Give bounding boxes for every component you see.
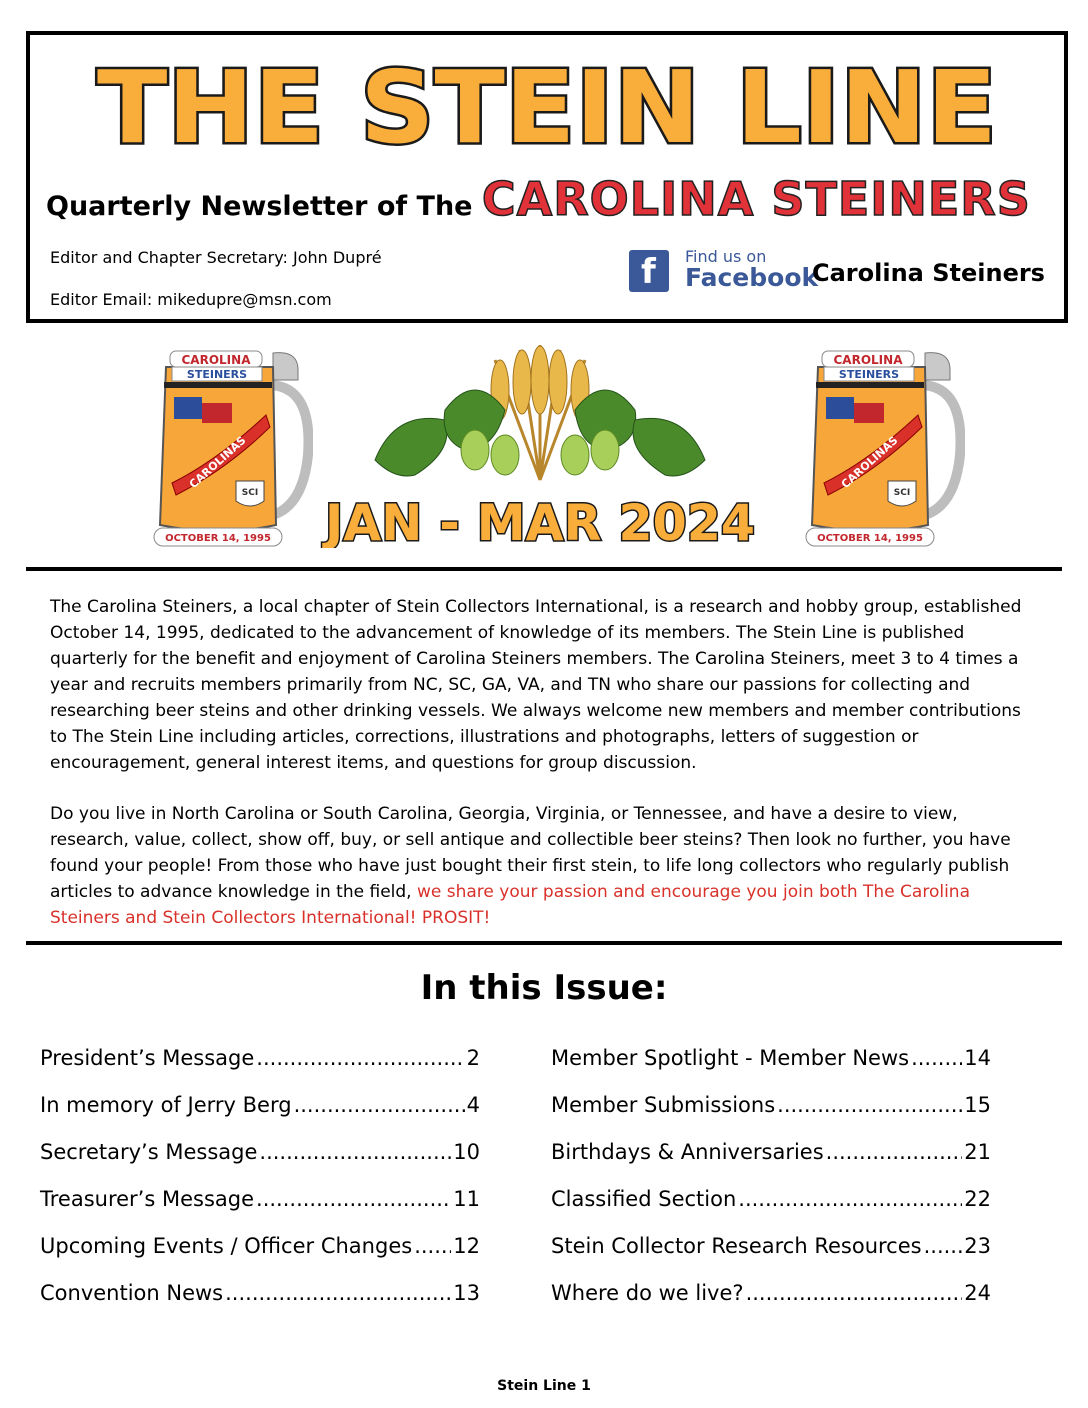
toc-leader-dots	[256, 1187, 451, 1211]
toc-leader-dots	[777, 1093, 962, 1117]
toc-entry-label: Member Submissions	[551, 1093, 776, 1117]
subtitle: Quarterly Newsletter of The CAROLINA STE…	[46, 171, 1031, 227]
chapter-logo-right: CAROLINA STEINERS CAROLINAS SCI OCTOBER …	[805, 350, 965, 547]
subtitle-brand: CAROLINA STEINERS	[481, 171, 1031, 227]
toc-entry-label: In memory of Jerry Berg	[40, 1093, 292, 1117]
toc-entry-label: Stein Collector Research Resources	[551, 1234, 922, 1258]
toc-entry-label: Birthdays & Anniversaries	[551, 1140, 824, 1164]
chapter-logo-left: CAROLINA STEINERS CAROLINAS SCI OCTOBER …	[153, 350, 313, 547]
toc-leader-dots	[225, 1281, 451, 1305]
intro-paragraph-1: The Carolina Steiners, a local chapter o…	[50, 597, 1022, 773]
toc-entry[interactable]: Upcoming Events / Officer Changes 12	[40, 1234, 480, 1258]
toc-entry[interactable]: Classified Section 22	[551, 1187, 991, 1211]
toc-leader-dots	[826, 1140, 963, 1164]
facebook-icon[interactable]: f	[629, 250, 669, 292]
editor-email[interactable]: Editor Email: mikedupre@msn.com	[50, 290, 332, 309]
toc-entry-label: President’s Message	[40, 1046, 255, 1070]
wheat-hops-illustration	[374, 345, 706, 481]
toc-entry[interactable]: Member Spotlight - Member News 14	[551, 1046, 991, 1070]
facebook-wordmark[interactable]: Facebook	[685, 263, 818, 292]
svg-text:JAN - MAR 2024: JAN - MAR 2024	[322, 494, 755, 548]
toc-entry[interactable]: Birthdays & Anniversaries 21	[551, 1140, 991, 1164]
svg-text:STEINERS: STEINERS	[839, 368, 899, 381]
toc-entry-label: Upcoming Events / Officer Changes	[40, 1234, 413, 1258]
toc-entry-page: 14	[964, 1046, 991, 1070]
issue-date-banner: JAN - MAR 2024	[321, 493, 757, 549]
svg-text:SCI: SCI	[242, 488, 258, 498]
divider-bottom	[26, 941, 1062, 945]
toc-entry[interactable]: Stein Collector Research Resources 23	[551, 1234, 991, 1258]
svg-text:SCI: SCI	[894, 488, 910, 498]
svg-text:THE STEIN LINE: THE STEIN LINE	[97, 50, 997, 160]
toc-entry-page: 2	[466, 1046, 480, 1070]
toc-entry-page: 15	[964, 1093, 991, 1117]
toc-leader-dots	[294, 1093, 465, 1117]
toc-leader-dots	[746, 1281, 963, 1305]
toc-entry-page: 13	[453, 1281, 480, 1305]
toc-entry-label: Convention News	[40, 1281, 224, 1305]
editor-line: Editor and Chapter Secretary: John Dupré	[50, 248, 382, 267]
toc-entry[interactable]: President’s Message 2	[40, 1046, 480, 1070]
toc-entry-page: 10	[453, 1140, 480, 1164]
svg-text:OCTOBER 14, 1995: OCTOBER 14, 1995	[817, 533, 923, 544]
toc-entry[interactable]: Convention News 13	[40, 1281, 480, 1305]
svg-text:CAROLINA: CAROLINA	[182, 353, 252, 367]
toc-leader-dots	[259, 1140, 451, 1164]
svg-text:STEINERS: STEINERS	[187, 368, 247, 381]
toc-entry-page: 21	[964, 1140, 991, 1164]
subtitle-lead: Quarterly Newsletter of The	[46, 191, 473, 222]
toc-heading: In this Issue:	[420, 968, 668, 1008]
toc-entry-page: 23	[964, 1234, 991, 1258]
toc-entry[interactable]: Member Submissions 15	[551, 1093, 991, 1117]
toc-leader-dots	[738, 1187, 962, 1211]
toc-leader-dots	[924, 1234, 963, 1258]
toc-entry[interactable]: In memory of Jerry Berg 4	[40, 1093, 480, 1117]
toc-entry[interactable]: Secretary’s Message 10	[40, 1140, 480, 1164]
toc-entry-page: 24	[964, 1281, 991, 1305]
toc-leader-dots	[256, 1046, 464, 1070]
newsletter-title: THE STEIN LINE	[95, 50, 1000, 160]
toc-entry-label: Secretary’s Message	[40, 1140, 258, 1164]
divider-top	[26, 567, 1062, 571]
svg-text:OCTOBER 14, 1995: OCTOBER 14, 1995	[165, 533, 271, 544]
svg-text:CAROLINA: CAROLINA	[834, 353, 904, 367]
toc-entry-page: 22	[964, 1187, 991, 1211]
toc-entry[interactable]: Treasurer’s Message 11	[40, 1187, 480, 1211]
toc-leader-dots	[911, 1046, 962, 1070]
toc-entry-label: Treasurer’s Message	[40, 1187, 255, 1211]
toc-entry-label: Member Spotlight - Member News	[551, 1046, 910, 1070]
toc-entry-label: Classified Section	[551, 1187, 737, 1211]
toc-entry-page: 11	[453, 1187, 480, 1211]
toc-leader-dots	[414, 1234, 451, 1258]
toc-entry[interactable]: Where do we live? 24	[551, 1281, 991, 1305]
toc-entry-page: 4	[466, 1093, 480, 1117]
toc-entry-label: Where do we live?	[551, 1281, 744, 1305]
page-footer: Stein Line 1	[497, 1378, 591, 1394]
toc-entry-page: 12	[453, 1234, 480, 1258]
intro-paragraph-2: Do you live in North Carolina or South C…	[50, 801, 1042, 931]
facebook-page-name: Carolina Steiners	[812, 259, 1045, 287]
